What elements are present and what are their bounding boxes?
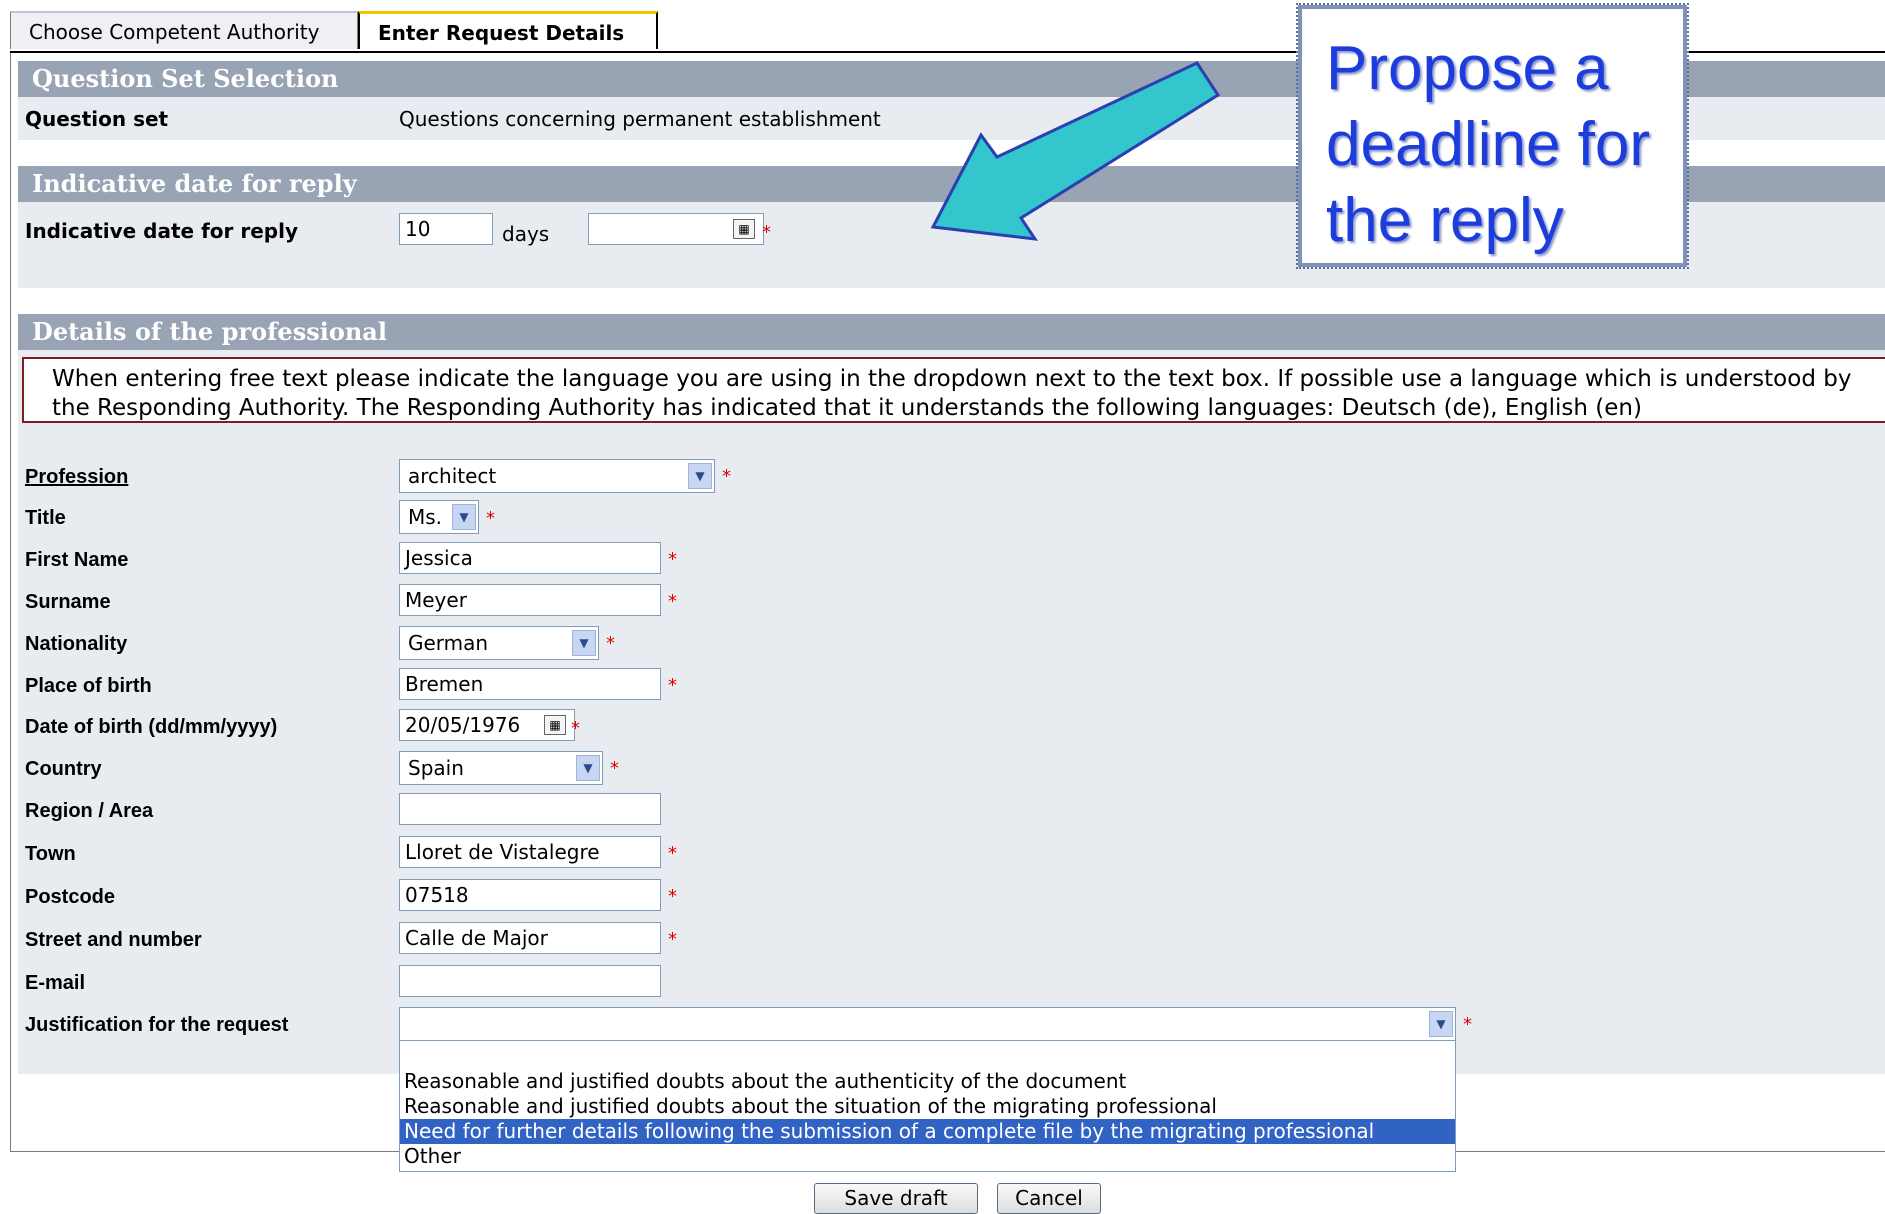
chevron-down-icon[interactable]: ▼ xyxy=(688,463,712,489)
callout-line-3: the reply xyxy=(1326,186,1564,255)
required-marker: * xyxy=(668,591,677,612)
required-marker: * xyxy=(486,508,495,529)
required-marker: * xyxy=(762,222,771,243)
required-marker: * xyxy=(668,886,677,907)
justification-dropdown-list: Reasonable and justified doubts about th… xyxy=(399,1040,1456,1172)
calendar-icon[interactable]: ▦ xyxy=(733,219,755,239)
chevron-down-icon[interactable]: ▼ xyxy=(572,630,596,656)
country-value: Spain xyxy=(408,756,464,780)
nationality-label: Nationality xyxy=(25,633,128,655)
date-of-birth-label: Date of birth (dd/mm/yyyy) xyxy=(25,716,278,738)
town-input[interactable]: Lloret de Vistalegre xyxy=(399,836,661,868)
callout-line-1: Propose a xyxy=(1326,34,1609,103)
indicative-days-input[interactable]: 10 xyxy=(399,213,493,245)
days-unit-label: days xyxy=(502,222,550,246)
required-marker: * xyxy=(668,675,677,696)
title-select[interactable]: Ms. ▼ xyxy=(399,500,479,534)
section-header-professional: Details of the professional xyxy=(18,314,1885,350)
required-marker: * xyxy=(722,466,731,487)
first-name-label: First Name xyxy=(25,549,129,571)
chevron-down-icon[interactable]: ▼ xyxy=(576,755,600,781)
region-input[interactable] xyxy=(399,793,661,825)
callout-line-2: deadline for xyxy=(1326,110,1651,179)
title-label: Title xyxy=(25,507,66,529)
dropdown-option-highlighted[interactable]: Need for further details following the s… xyxy=(400,1119,1455,1144)
dropdown-option[interactable]: Reasonable and justified doubts about th… xyxy=(400,1069,1455,1094)
save-draft-button[interactable]: Save draft xyxy=(814,1183,978,1214)
nationality-select[interactable]: German ▼ xyxy=(399,626,599,660)
indicative-date-label: Indicative date for reply xyxy=(25,219,298,243)
required-marker: * xyxy=(606,633,615,654)
required-marker: * xyxy=(668,929,677,950)
cancel-button[interactable]: Cancel xyxy=(997,1183,1101,1214)
section-body-professional xyxy=(18,350,1885,1074)
nationality-value: German xyxy=(408,631,489,655)
dropdown-option[interactable]: Reasonable and justified doubts about th… xyxy=(400,1094,1455,1119)
annotation-callout: Propose a deadline for the reply xyxy=(1296,3,1689,269)
surname-label: Surname xyxy=(25,591,111,613)
profession-select[interactable]: architect ▼ xyxy=(399,459,715,493)
justification-label: Justification for the request xyxy=(25,1014,289,1036)
street-label: Street and number xyxy=(25,929,202,951)
email-input[interactable] xyxy=(399,965,661,997)
required-marker: * xyxy=(610,758,619,779)
question-set-label: Question set xyxy=(25,107,169,131)
required-marker: * xyxy=(571,718,580,739)
justification-select[interactable]: ▼ xyxy=(399,1007,1456,1041)
country-label: Country xyxy=(25,758,102,780)
required-marker: * xyxy=(1463,1014,1472,1035)
required-marker: * xyxy=(668,549,677,570)
first-name-input[interactable]: Jessica xyxy=(399,542,661,574)
title-value: Ms. xyxy=(408,505,443,529)
tab-enter-request-details[interactable]: Enter Request Details xyxy=(358,11,658,49)
surname-input[interactable]: Meyer xyxy=(399,584,661,616)
postcode-label: Postcode xyxy=(25,886,116,908)
email-label: E-mail xyxy=(25,972,86,994)
required-marker: * xyxy=(668,843,677,864)
chevron-down-icon[interactable]: ▼ xyxy=(452,504,476,530)
language-notice: When entering free text please indicate … xyxy=(22,357,1885,423)
profession-value: architect xyxy=(408,464,497,488)
dropdown-option-empty[interactable] xyxy=(400,1041,1455,1066)
country-select[interactable]: Spain ▼ xyxy=(399,751,603,785)
street-input[interactable]: Calle de Major xyxy=(399,922,661,954)
town-label: Town xyxy=(25,843,76,865)
question-set-value: Questions concerning permanent establish… xyxy=(399,107,881,131)
place-of-birth-input[interactable]: Bremen xyxy=(399,668,661,700)
annotation-arrow-icon xyxy=(930,61,1221,241)
calendar-icon[interactable]: ▦ xyxy=(544,715,566,735)
dropdown-option[interactable]: Other xyxy=(400,1144,1455,1169)
place-of-birth-label: Place of birth xyxy=(25,675,152,697)
postcode-input[interactable]: 07518 xyxy=(399,879,661,911)
chevron-down-icon[interactable]: ▼ xyxy=(1429,1011,1453,1037)
profession-label[interactable]: Profession xyxy=(25,466,128,489)
tab-choose-competent-authority[interactable]: Choose Competent Authority xyxy=(10,11,358,49)
region-label: Region / Area xyxy=(25,800,154,822)
